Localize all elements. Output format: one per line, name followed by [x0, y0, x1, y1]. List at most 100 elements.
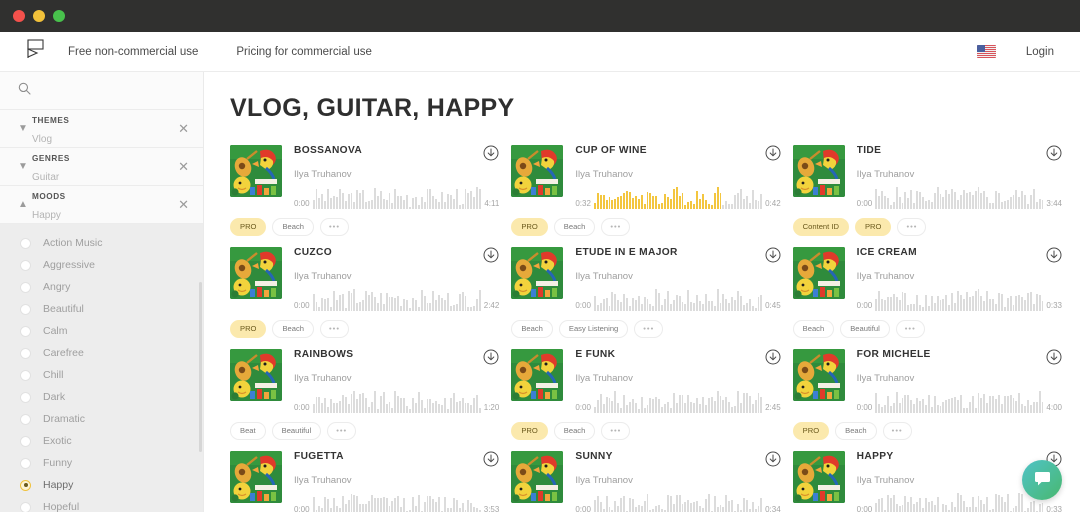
album-art-guitar-parrot[interactable]: [792, 451, 845, 503]
track-card[interactable]: FOR MICHELE Ilya Truhanov 0:00 4:00 PRO Beach…: [792, 349, 1062, 451]
track-card[interactable]: ICE CREAM Ilya Truhanov 0:00 0:33 Beach Beaut…: [792, 247, 1062, 349]
login-button[interactable]: Login: [1026, 46, 1054, 58]
track-more-options-button[interactable]: •••: [601, 218, 631, 236]
track-waveform[interactable]: [875, 289, 1044, 311]
mood-radio-icon[interactable]: [20, 347, 31, 359]
download-icon[interactable]: [765, 349, 781, 370]
track-tag[interactable]: Beach: [835, 422, 877, 440]
chevron-down-icon[interactable]: ▼: [18, 161, 32, 172]
track-title[interactable]: ETUDE IN E MAJOR: [575, 247, 758, 258]
track-card[interactable]: RAINBOWS Ilya Truhanov 0:00 1:20 Beat Beautif…: [230, 349, 499, 451]
album-art-guitar-parrot[interactable]: [792, 145, 845, 197]
filter-group-genres[interactable]: ▼ GENRES Guitar ✕: [0, 148, 203, 186]
mood-radio-icon[interactable]: [20, 259, 31, 271]
track-card[interactable]: ETUDE IN E MAJOR Ilya Truhanov 0:00 0:45 Bea…: [511, 247, 781, 349]
mood-radio-icon[interactable]: [20, 457, 31, 469]
track-waveform[interactable]: [593, 187, 763, 209]
filter-clear-icon[interactable]: ✕: [178, 160, 189, 173]
mood-option-hopeful[interactable]: Hopeful: [0, 496, 203, 512]
mood-radio-icon[interactable]: [20, 501, 31, 512]
download-icon[interactable]: [765, 451, 781, 472]
track-tag[interactable]: Beat: [230, 422, 266, 440]
track-player[interactable]: 0:00 1:20: [294, 391, 499, 413]
track-player[interactable]: 0:00 0:45: [575, 289, 781, 311]
track-more-options-button[interactable]: •••: [320, 320, 349, 338]
track-waveform[interactable]: [875, 187, 1044, 209]
download-icon[interactable]: [483, 349, 499, 370]
track-card[interactable]: FUGETTA Ilya Truhanov 0:00 3:53: [230, 451, 499, 512]
album-art-guitar-parrot[interactable]: [230, 451, 282, 503]
track-waveform[interactable]: [593, 289, 763, 311]
track-card[interactable]: CUP OF WINE Ilya Truhanov 0:32 0:42 PRO Beach…: [511, 145, 781, 247]
download-icon[interactable]: [1046, 247, 1062, 268]
track-title[interactable]: CUZCO: [294, 247, 477, 258]
mood-radio-icon[interactable]: [20, 303, 31, 315]
album-art-guitar-parrot[interactable]: [230, 247, 282, 299]
track-tag[interactable]: PRO: [230, 320, 267, 338]
track-tag[interactable]: Beach: [792, 320, 835, 338]
track-title[interactable]: E FUNK: [575, 349, 758, 360]
sidebar-scrollbar[interactable]: [199, 282, 202, 452]
track-title[interactable]: TIDE: [857, 145, 1040, 156]
album-art-guitar-parrot[interactable]: [511, 145, 564, 197]
mood-radio-icon[interactable]: [20, 479, 31, 491]
mood-option-calm[interactable]: Calm: [0, 320, 203, 342]
track-tag[interactable]: Content ID: [792, 218, 849, 236]
track-tag[interactable]: Beautiful: [271, 422, 322, 440]
mood-option-angry[interactable]: Angry: [0, 276, 203, 298]
download-icon[interactable]: [483, 247, 499, 268]
filter-clear-icon[interactable]: ✕: [178, 198, 189, 211]
track-player[interactable]: 0:00 4:00: [857, 391, 1062, 413]
track-tag[interactable]: Beach: [553, 218, 596, 236]
download-icon[interactable]: [1046, 349, 1062, 370]
chevron-down-icon[interactable]: ▼: [18, 123, 32, 134]
album-art-guitar-parrot[interactable]: [511, 451, 564, 503]
search-input[interactable]: [41, 84, 181, 97]
track-title[interactable]: FOR MICHELE: [857, 349, 1040, 360]
track-more-options-button[interactable]: •••: [895, 320, 925, 338]
track-card[interactable]: CUZCO Ilya Truhanov 0:00 2:42 PRO Beach •••: [230, 247, 499, 349]
track-title[interactable]: BOSSANOVA: [294, 145, 477, 156]
us-flag-icon[interactable]: [976, 45, 996, 58]
album-art-guitar-parrot[interactable]: [230, 145, 282, 197]
window-minimize-button[interactable]: [33, 10, 45, 22]
track-card[interactable]: TIDE Ilya Truhanov 0:00 3:44 Content ID PRO ••…: [792, 145, 1062, 247]
track-tag[interactable]: Easy Listening: [558, 320, 629, 338]
mood-option-action-music[interactable]: Action Music: [0, 232, 203, 254]
track-more-options-button[interactable]: •••: [897, 218, 927, 236]
mood-option-dark[interactable]: Dark: [0, 386, 203, 408]
track-title[interactable]: FUGETTA: [294, 451, 477, 462]
track-player[interactable]: 0:00 2:42: [294, 289, 499, 311]
mood-option-beautiful[interactable]: Beautiful: [0, 298, 203, 320]
track-waveform[interactable]: [312, 289, 481, 311]
album-art-guitar-parrot[interactable]: [230, 349, 282, 401]
album-art-guitar-parrot[interactable]: [792, 247, 845, 299]
download-icon[interactable]: [1046, 145, 1062, 166]
track-tag[interactable]: PRO: [230, 218, 267, 236]
chevron-up-icon[interactable]: ▲: [18, 199, 32, 210]
track-tag[interactable]: Beautiful: [840, 320, 890, 338]
track-waveform[interactable]: [312, 187, 482, 209]
track-tag[interactable]: Beach: [272, 218, 315, 236]
album-art-guitar-parrot[interactable]: [511, 247, 564, 299]
window-close-button[interactable]: [13, 10, 25, 22]
mood-radio-icon[interactable]: [20, 369, 31, 381]
track-more-options-button[interactable]: •••: [320, 218, 349, 236]
sidebar-search-row[interactable]: [0, 72, 203, 110]
mood-option-carefree[interactable]: Carefree: [0, 342, 203, 364]
mood-radio-icon[interactable]: [20, 281, 31, 293]
window-maximize-button[interactable]: [53, 10, 65, 22]
filter-group-moods[interactable]: ▲ MOODS Happy ✕: [0, 186, 203, 224]
track-card[interactable]: E FUNK Ilya Truhanov 0:00 2:45 PRO Beach •••: [511, 349, 781, 451]
track-tag[interactable]: Beach: [272, 320, 315, 338]
download-icon[interactable]: [765, 247, 781, 268]
chat-bubble-button[interactable]: [1022, 460, 1062, 500]
track-player[interactable]: 0:00 3:53: [294, 493, 499, 512]
track-waveform[interactable]: [312, 391, 481, 413]
track-title[interactable]: RAINBOWS: [294, 349, 477, 360]
track-more-options-button[interactable]: •••: [882, 422, 912, 440]
mood-option-chill[interactable]: Chill: [0, 364, 203, 386]
mood-radio-icon[interactable]: [20, 391, 31, 403]
track-waveform[interactable]: [593, 493, 763, 512]
track-player[interactable]: 0:00 0:33: [857, 289, 1062, 311]
